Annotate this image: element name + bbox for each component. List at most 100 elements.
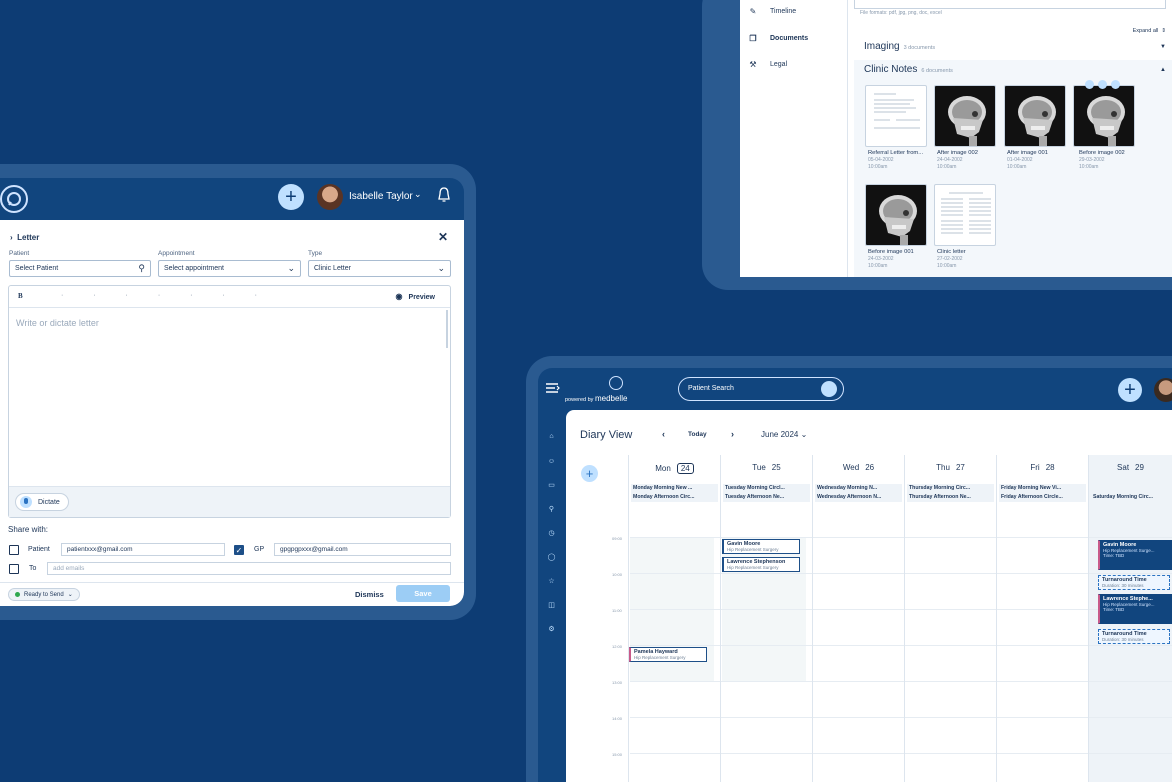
day-header[interactable]: Mon 24: [629, 463, 720, 474]
patient-select-value: Select Patient: [15, 265, 59, 272]
add-appointment-button[interactable]: +: [581, 465, 598, 482]
chat-icon[interactable]: ◯: [547, 553, 556, 562]
document-thumbnail[interactable]: [934, 184, 996, 246]
user-name[interactable]: Isabelle Taylor: [349, 191, 413, 202]
chevron-down-icon[interactable]: ⌄: [414, 189, 422, 200]
day-header[interactable]: Tue 25: [721, 463, 812, 472]
month-selector[interactable]: June 2024 ⌄: [761, 430, 807, 439]
session-label[interactable]: Thursday Afternoon Ne...: [907, 493, 994, 502]
dismiss-button[interactable]: Dismiss: [355, 590, 384, 599]
turnaround-card[interactable]: Turnaround Time Duration: 30 minutes: [1098, 629, 1170, 644]
session-label[interactable]: Wednesday Morning N...: [815, 484, 902, 493]
session-label[interactable]: Tuesday Afternoon Ne...: [723, 493, 810, 502]
medbelle-logo-icon: [609, 376, 623, 390]
page-title: Diary View: [580, 429, 633, 441]
trash-icon[interactable]: ◫: [547, 601, 556, 610]
share-gp-checkbox[interactable]: ✓: [234, 545, 244, 555]
imaging-section-header[interactable]: Imaging 3 documents: [864, 41, 935, 52]
xray-thumbnail[interactable]: [865, 184, 927, 246]
day-name: Mon: [655, 464, 671, 473]
session-label[interactable]: Wednesday Afternoon N...: [815, 493, 902, 502]
next-week-button[interactable]: ›: [731, 429, 734, 439]
session-label[interactable]: Monday Morning New ...: [631, 484, 718, 493]
home-icon[interactable]: ⌂: [547, 432, 556, 441]
clock-icon[interactable]: ◷: [547, 529, 556, 538]
share-patient-checkbox[interactable]: [9, 545, 19, 555]
appointment-card[interactable]: Gavin Moore Hip Replacement Surgery: [722, 539, 800, 554]
surgery-slot-card[interactable]: Gavin Moore Hip Replacement Surge... Time:…: [1098, 540, 1172, 570]
chat-logo-icon[interactable]: [0, 185, 28, 213]
inbox-icon[interactable]: ▭: [547, 481, 556, 490]
avatar[interactable]: [317, 184, 343, 210]
document-label: Before image 001 24-03-2002 10:00am: [868, 249, 914, 270]
dictate-button[interactable]: Dictate: [15, 493, 69, 511]
today-button[interactable]: Today: [688, 431, 707, 438]
delete-icon[interactable]: [1111, 80, 1120, 89]
day-header[interactable]: Fri 28: [997, 463, 1088, 472]
xray-thumbnail[interactable]: [1073, 85, 1135, 147]
document-thumbnail[interactable]: [865, 85, 927, 147]
sidebar-item-documents[interactable]: ❐ Documents: [748, 34, 808, 43]
time-label: 09:00: [612, 536, 623, 541]
add-emails-field[interactable]: add emails: [47, 562, 451, 575]
document-name: After image 002: [937, 150, 978, 156]
day-header[interactable]: Thu 27: [905, 463, 996, 472]
bold-button[interactable]: B: [18, 292, 23, 300]
formatting-tools[interactable]: · · · · · · ·: [61, 292, 271, 299]
session-label[interactable]: Thursday Morning Circ...: [907, 484, 994, 493]
time-label: 13:00: [612, 680, 623, 685]
xray-thumbnail[interactable]: [934, 85, 996, 147]
chevron-up-icon[interactable]: ▲: [1160, 67, 1166, 73]
session-label[interactable]: Saturday Morning Circ...: [1091, 493, 1170, 502]
add-button[interactable]: +: [278, 184, 304, 210]
previous-week-button[interactable]: ‹: [662, 429, 665, 439]
settings-icon[interactable]: ⚙: [547, 625, 556, 634]
letter-title[interactable]: › Letter: [10, 233, 39, 242]
session-label[interactable]: Monday Afternoon Circ...: [631, 493, 718, 502]
patient-select[interactable]: Select Patient ⚲: [9, 260, 151, 277]
clinic-notes-header[interactable]: Clinic Notes 6 documents: [864, 64, 953, 75]
menu-icon[interactable]: [546, 382, 560, 394]
document-name: Before image 001: [868, 249, 914, 255]
document-name: Referral Letter from...: [868, 150, 924, 156]
add-button[interactable]: +: [1118, 378, 1142, 402]
download-icon[interactable]: [1085, 80, 1094, 89]
patient-search-input[interactable]: Patient Search: [678, 377, 844, 401]
appointment-card[interactable]: Lawrence Stephenson Hip Replacement Surge…: [722, 557, 800, 572]
patients-icon[interactable]: ☺: [547, 457, 556, 466]
chevron-right-icon[interactable]: ›: [10, 233, 13, 242]
share-to-checkbox[interactable]: [9, 564, 19, 574]
bell-icon[interactable]: [437, 187, 451, 203]
surgery-slot-card[interactable]: Lawrence Stephe... Hip Replacement Surge.…: [1098, 594, 1172, 624]
sidebar-item-legal[interactable]: ⚒ Legal: [748, 60, 787, 69]
patient-email-field[interactable]: patientxxx@gmail.com: [61, 543, 225, 556]
appointment-select[interactable]: Select appointment ⌄: [158, 260, 301, 277]
share-icon[interactable]: [1098, 80, 1107, 89]
documents-icon: ❐: [749, 34, 757, 43]
chevron-down-icon[interactable]: ▼: [1160, 44, 1166, 50]
xray-thumbnail[interactable]: [1004, 85, 1066, 147]
gp-email-field[interactable]: gpgpgpxxx@gmail.com: [274, 543, 451, 556]
editor-scrollbar[interactable]: [446, 310, 448, 348]
letter-editor[interactable]: B · · · · · · · ◉ Preview Write or dictat…: [8, 285, 451, 518]
document-label: Referral Letter from... 05-04-2002 10:00am: [868, 150, 923, 171]
close-icon[interactable]: ✕: [438, 230, 448, 244]
chat-search-icon[interactable]: [821, 381, 837, 397]
star-icon[interactable]: ☆: [547, 577, 556, 586]
turnaround-card[interactable]: Turnaround Time Duration: 30 minutes: [1098, 575, 1170, 590]
session-label[interactable]: Tuesday Morning Circl...: [723, 484, 810, 493]
avatar[interactable]: [1154, 378, 1172, 402]
preview-button[interactable]: ◉ Preview: [396, 292, 435, 301]
upload-dropzone[interactable]: [854, 0, 1166, 9]
appointment-card[interactable]: Pamela Hayward Hip Replacement Surgery: [629, 647, 707, 662]
day-header[interactable]: Sat 29: [1089, 463, 1172, 472]
day-header[interactable]: Wed 26: [813, 463, 904, 472]
session-label[interactable]: Friday Morning New Vi...: [999, 484, 1086, 493]
expand-all-button[interactable]: Expand all ⇕: [1133, 28, 1166, 34]
type-select[interactable]: Clinic Letter ⌄: [308, 260, 451, 277]
status-dropdown[interactable]: Ready to Send ⌄: [8, 588, 80, 601]
save-button[interactable]: Save: [396, 585, 450, 602]
session-label[interactable]: Friday Afternoon Circle...: [999, 493, 1086, 502]
search-icon[interactable]: ⚲: [547, 505, 556, 514]
sidebar-item-timeline[interactable]: ✎ Timeline: [748, 7, 797, 16]
